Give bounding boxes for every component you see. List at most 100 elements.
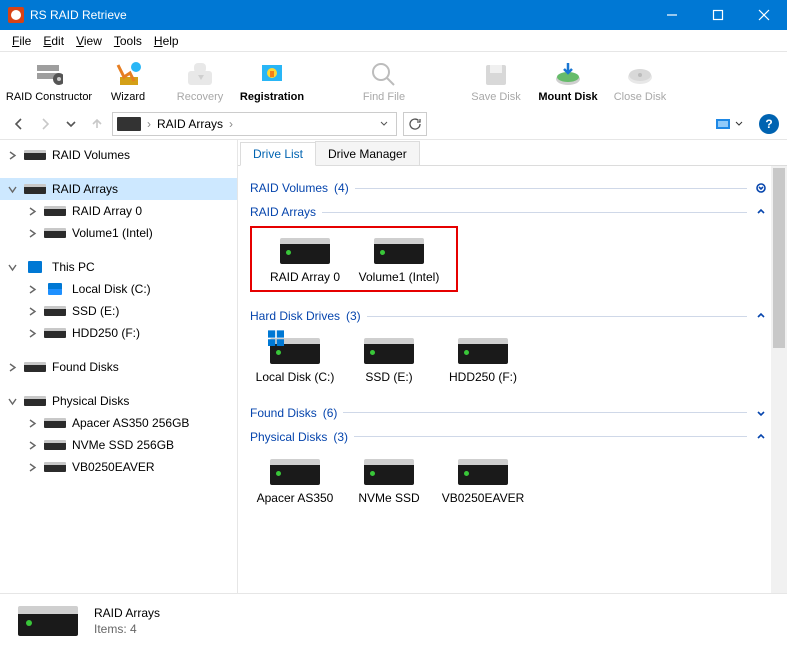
item-label: VB0250EAVER	[442, 491, 525, 505]
menu-help[interactable]: Help	[148, 32, 185, 50]
breadcrumb-sep: ›	[147, 117, 151, 131]
section-label: Hard Disk Drives	[250, 309, 340, 323]
breadcrumb-root[interactable]: RAID Arrays	[157, 117, 223, 131]
expand-icon[interactable]	[753, 180, 769, 196]
drive-icon	[270, 459, 320, 485]
item-hdd250-f[interactable]: HDD250 (F:)	[438, 336, 528, 386]
section-physical-disks[interactable]: Physical Disks (3)	[250, 429, 769, 445]
section-hard-disk-drives[interactable]: Hard Disk Drives (3)	[250, 308, 769, 324]
item-nvme[interactable]: NVMe SSD	[344, 457, 434, 507]
nav-back-button[interactable]	[8, 113, 30, 135]
collapse-icon[interactable]	[753, 429, 769, 445]
tree-hdd250-f[interactable]: HDD250 (F:)	[0, 322, 237, 344]
item-label: SSD (E:)	[365, 370, 412, 384]
find-file-button[interactable]: Find File	[348, 58, 420, 105]
tree-label: SSD (E:)	[72, 304, 119, 318]
address-bar[interactable]: › RAID Arrays ›	[112, 112, 397, 136]
menu-tools[interactable]: Tools	[108, 32, 148, 50]
item-raid-array-0[interactable]: RAID Array 0	[260, 236, 350, 286]
item-apacer[interactable]: Apacer AS350	[250, 457, 340, 507]
section-label: RAID Volumes	[250, 181, 328, 195]
item-ssd-e[interactable]: SSD (E:)	[344, 336, 434, 386]
wizard-icon	[114, 60, 142, 88]
app-icon	[8, 7, 24, 23]
drive-icon	[374, 238, 424, 264]
drive-icon	[458, 338, 508, 364]
tree-apacer[interactable]: Apacer AS350 256GB	[0, 412, 237, 434]
section-raid-arrays[interactable]: RAID Arrays	[250, 204, 769, 220]
item-label: HDD250 (F:)	[449, 370, 517, 384]
refresh-button[interactable]	[403, 112, 427, 136]
tree-physical-disks[interactable]: Physical Disks	[0, 390, 237, 412]
menu-file[interactable]: File	[6, 32, 37, 50]
tree-raid-volumes[interactable]: RAID Volumes	[0, 144, 237, 166]
hard-disk-items: Local Disk (C:) SSD (E:) HDD250 (F:)	[250, 330, 769, 388]
scrollbar-thumb[interactable]	[773, 168, 785, 348]
section-raid-volumes[interactable]: RAID Volumes (4)	[250, 180, 769, 196]
tree-vb0250[interactable]: VB0250EAVER	[0, 456, 237, 478]
menu-view[interactable]: View	[70, 32, 108, 50]
navbar: › RAID Arrays › ?	[0, 108, 787, 140]
status-items: Items: 4	[94, 622, 160, 636]
collapse-icon[interactable]	[753, 204, 769, 220]
nav-up-button[interactable]	[86, 113, 108, 135]
item-label: RAID Array 0	[270, 270, 340, 284]
tree-ssd-e[interactable]: SSD (E:)	[0, 300, 237, 322]
mount-disk-button[interactable]: Mount Disk	[532, 58, 604, 105]
tab-drive-manager[interactable]: Drive Manager	[315, 141, 420, 165]
close-disk-button[interactable]: Close Disk	[604, 58, 676, 105]
tree-raid-arrays[interactable]: RAID Arrays	[0, 178, 237, 200]
recovery-icon	[186, 60, 214, 88]
help-button[interactable]: ?	[759, 114, 779, 134]
save-disk-button[interactable]: Save Disk	[460, 58, 532, 105]
find-file-label: Find File	[363, 91, 405, 103]
drive-icon	[458, 459, 508, 485]
raid-arrays-items: RAID Array 0 Volume1 (Intel)	[250, 226, 458, 292]
item-volume1-intel[interactable]: Volume1 (Intel)	[354, 236, 444, 286]
tree-local-disk-c[interactable]: Local Disk (C:)	[0, 278, 237, 300]
tree-nvme[interactable]: NVMe SSD 256GB	[0, 434, 237, 456]
tree-label: RAID Arrays	[52, 182, 118, 196]
tree-label: VB0250EAVER	[72, 460, 155, 474]
minimize-button[interactable]	[649, 0, 695, 30]
tree-found-disks[interactable]: Found Disks	[0, 356, 237, 378]
tree-volume1-intel[interactable]: Volume1 (Intel)	[0, 222, 237, 244]
drive-icon	[270, 338, 320, 364]
mount-disk-label: Mount Disk	[538, 91, 597, 103]
menu-edit[interactable]: Edit	[37, 32, 70, 50]
nav-history-button[interactable]	[60, 113, 82, 135]
tree-label: This PC	[52, 260, 95, 274]
recovery-button[interactable]: Recovery	[164, 58, 236, 105]
tab-drive-list[interactable]: Drive List	[240, 142, 316, 166]
registration-button[interactable]: Registration	[236, 58, 308, 105]
content-area: RAID Volumes (4) RAID Arrays RAID Array …	[238, 166, 787, 593]
save-disk-label: Save Disk	[471, 91, 521, 103]
scrollbar[interactable]	[771, 166, 787, 593]
wizard-button[interactable]: Wizard	[92, 58, 164, 105]
expand-icon[interactable]	[753, 405, 769, 421]
tree-this-pc[interactable]: This PC	[0, 256, 237, 278]
drive-icon	[280, 238, 330, 264]
raid-constructor-button[interactable]: RAID Constructor	[6, 58, 92, 105]
nav-forward-button[interactable]	[34, 113, 56, 135]
close-button[interactable]	[741, 0, 787, 30]
physical-disk-items: Apacer AS350 NVMe SSD VB0250EAVER	[250, 451, 769, 509]
tree-label: Physical Disks	[52, 394, 129, 408]
raid-constructor-label: RAID Constructor	[6, 91, 92, 103]
section-label: RAID Arrays	[250, 205, 316, 219]
collapse-icon[interactable]	[753, 308, 769, 324]
item-local-disk-c[interactable]: Local Disk (C:)	[250, 336, 340, 386]
tree-raid-array-0[interactable]: RAID Array 0	[0, 200, 237, 222]
maximize-button[interactable]	[695, 0, 741, 30]
view-options-button[interactable]	[709, 113, 749, 135]
tree-label: Local Disk (C:)	[72, 282, 151, 296]
registration-icon	[258, 60, 286, 88]
item-vb0250[interactable]: VB0250EAVER	[438, 457, 528, 507]
section-label: Physical Disks	[250, 430, 327, 444]
mount-disk-icon	[554, 60, 582, 88]
sidebar-tree: RAID Volumes RAID Arrays RAID Array 0 Vo…	[0, 140, 238, 593]
section-found-disks[interactable]: Found Disks (6)	[250, 405, 769, 421]
recovery-label: Recovery	[177, 91, 223, 103]
status-title: RAID Arrays	[94, 606, 160, 620]
address-dropdown-icon[interactable]	[376, 116, 392, 132]
